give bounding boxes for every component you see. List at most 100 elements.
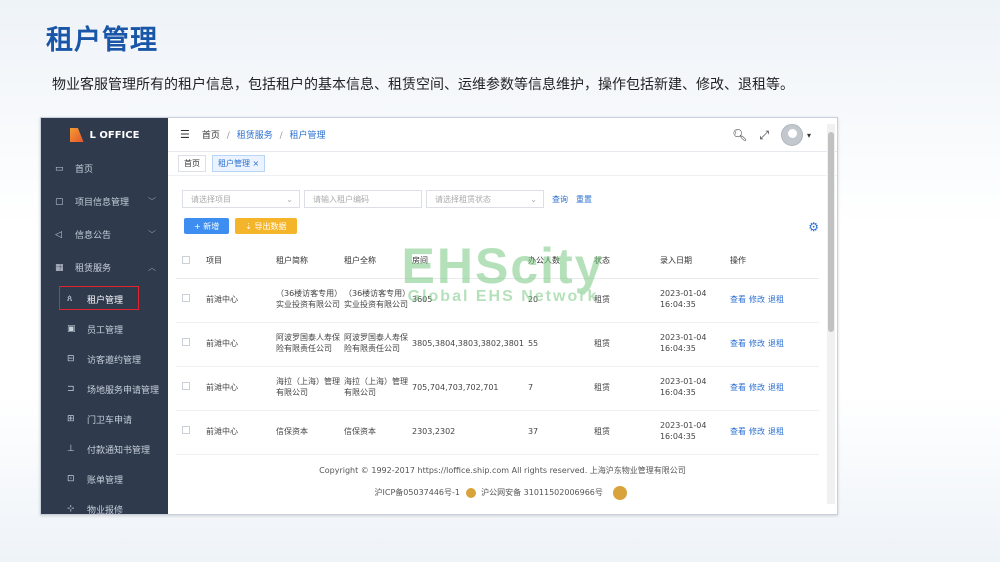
chevron-down-icon: ⌄ (530, 194, 537, 204)
sidebar-item-bills[interactable]: ⊡ 账单管理 (41, 464, 168, 494)
staff-icon: ▣ (67, 324, 76, 334)
venue-icon: ⊐ (67, 384, 75, 394)
top-bar: ☰ 首页 / 租赁服务 / 租户管理 🔍︎ ⤢ ▾ (168, 118, 837, 152)
sidebar-item-projects[interactable]: ▢ 项目信息管理 ﹀ (41, 185, 168, 218)
gate-icon: ⊞ (67, 414, 75, 424)
sidebar-item-gate-vehicle[interactable]: ⊞ 门卫车申请 (41, 404, 168, 434)
edit-link[interactable]: 修改 (749, 427, 765, 436)
col-project: 项目 (206, 244, 276, 279)
slide-title: 租户管理 (46, 25, 158, 56)
col-room: 房间 (412, 244, 528, 279)
avatar[interactable] (780, 124, 803, 146)
view-link[interactable]: 查看 (730, 383, 746, 392)
tab-tenant-management[interactable]: 租户管理 × (212, 155, 266, 172)
police-record-link[interactable]: 沪公网安备 31011502006966号 (481, 488, 603, 497)
logo-icon (69, 128, 84, 142)
reset-button[interactable]: 重置 (576, 194, 592, 205)
sidebar-item-home[interactable]: ▭ 首页 (41, 152, 168, 185)
row-checkbox[interactable] (182, 294, 190, 303)
filter-bar: 请选择项目 ⌄ 请输入租户编码 请选择租赁状态 ⌄ 查询 重置 (176, 182, 819, 216)
add-button[interactable]: + 新增 (184, 218, 230, 234)
col-ops: 操作 (729, 244, 819, 279)
settings-icon[interactable]: ⚙ (808, 220, 819, 234)
sidebar-item-venue-requests[interactable]: ⊐ 场地服务申请管理 (41, 374, 168, 404)
slide-description: 物业客服管理所有的租户信息，包括租户的基本信息、租赁空间、运维参数等信息维护，操… (52, 77, 794, 93)
main-area: ☰ 首页 / 租赁服务 / 租户管理 🔍︎ ⤢ ▾ 首页 租户管理 × 请选择项… (168, 118, 837, 514)
emblem-icon (613, 485, 628, 500)
icp-link[interactable]: 沪ICP备05037446号-1 (375, 488, 460, 497)
chevron-down-icon: ﹀ (148, 197, 156, 206)
visitor-icon: ⊟ (67, 354, 75, 364)
highlight-box (59, 286, 139, 310)
home-icon: ▭ (55, 163, 64, 174)
logo[interactable]: L OFFICE (41, 118, 168, 152)
project-select[interactable]: 请选择项目 ⌄ (182, 190, 300, 208)
breadcrumb-leasing[interactable]: 租赁服务 (237, 131, 273, 141)
chevron-down-icon: ⌄ (286, 194, 293, 204)
terminate-link[interactable]: 退租 (768, 339, 784, 348)
tabs-bar: 首页 租户管理 × (168, 152, 837, 176)
table-row: 前滩中心 阿波罗国泰人寿保险有限责任公司 阿波罗国泰人寿保险有限责任公司 380… (176, 322, 819, 367)
action-bar: + 新增 ⇣ 导出数据 ⚙ (176, 216, 819, 238)
chevron-down-icon: ﹀ (148, 230, 156, 239)
footer: Copyright © 1992-2017 https://loffice.sh… (168, 460, 837, 504)
chevron-up-icon: ︿ (148, 263, 156, 272)
col-short-name: 租户简称 (276, 244, 344, 279)
row-checkbox[interactable] (182, 426, 190, 435)
sidebar-item-staff[interactable]: ▣ 员工管理 (41, 314, 168, 344)
breadcrumb-home[interactable]: 首页 (202, 131, 220, 141)
menu-toggle-icon[interactable]: ☰ (180, 128, 190, 141)
table-header-row: 项目 租户简称 租户全称 房间 办公人数 状态 录入日期 操作 (176, 244, 819, 279)
search-icon[interactable]: 🔍︎ (732, 128, 747, 142)
edit-link[interactable]: 修改 (749, 383, 765, 392)
sidebar: L OFFICE ▭ 首页 ▢ 项目信息管理 ﹀ ◁ 信息公告 ﹀ ▦ 租赁服务… (41, 118, 168, 514)
col-full-name: 租户全称 (344, 244, 412, 279)
col-status: 状态 (593, 244, 660, 279)
caret-down-icon[interactable]: ▾ (807, 131, 811, 140)
megaphone-icon: ◁ (55, 229, 62, 240)
edit-link[interactable]: 修改 (749, 295, 765, 304)
scrollbar-thumb[interactable] (828, 132, 834, 332)
breadcrumb-current: 租户管理 (289, 131, 326, 141)
terminate-link[interactable]: 退租 (768, 295, 784, 304)
terminate-link[interactable]: 退租 (768, 427, 784, 436)
sidebar-item-notices[interactable]: ◁ 信息公告 ﹀ (41, 218, 168, 251)
status-select[interactable]: 请选择租赁状态 ⌄ (426, 190, 544, 208)
tenant-code-input[interactable]: 请输入租户编码 (304, 190, 422, 208)
grid-icon: ▦ (55, 262, 64, 273)
view-link[interactable]: 查看 (730, 295, 746, 304)
export-button[interactable]: ⇣ 导出数据 (235, 218, 297, 234)
table-row: 前滩中心 海拉（上海）管理有限公司 海拉（上海）管理有限公司 705,704,7… (176, 366, 819, 411)
sidebar-item-tenant-management[interactable]: ጰ 租户管理 (41, 284, 168, 314)
table-row: 前滩中心 （36楼访客专用）实业投资有限公司 （36楼访客专用）实业投资有限公司… (176, 278, 819, 323)
row-checkbox[interactable] (182, 338, 190, 347)
col-people: 办公人数 (527, 244, 594, 279)
sidebar-item-visitors[interactable]: ⊟ 访客邀约管理 (41, 344, 168, 374)
bill-icon: ⊡ (67, 474, 75, 484)
fullscreen-icon[interactable]: ⤢ (759, 128, 769, 143)
terminate-link[interactable]: 退租 (768, 383, 784, 392)
sidebar-item-payment-notices[interactable]: ⊥ 付款通知书管理 (41, 434, 168, 464)
payment-icon: ⊥ (67, 444, 75, 454)
view-link[interactable]: 查看 (730, 427, 746, 436)
scrollbar[interactable] (827, 124, 835, 504)
search-button[interactable]: 查询 (552, 194, 568, 205)
top-icons: 🔍︎ ⤢ ▾ (732, 124, 811, 146)
tenant-table: 项目 租户简称 租户全称 房间 办公人数 状态 录入日期 操作 前滩中心 （36… (176, 244, 819, 455)
tab-home[interactable]: 首页 (178, 155, 206, 172)
table-row: 前滩中心 信保资本 信保资本 2303,2302 37 租赁 2023-01-0… (176, 410, 819, 455)
breadcrumb: 首页 / 租赁服务 / 租户管理 (201, 131, 326, 141)
folder-icon: ▢ (55, 196, 64, 207)
col-date: 录入日期 (659, 244, 730, 279)
repair-icon: ⊹ (67, 504, 75, 514)
view-link[interactable]: 查看 (730, 339, 746, 348)
sidebar-item-leasing[interactable]: ▦ 租赁服务 ︿ (41, 251, 168, 284)
copyright-text: Copyright © 1992-2017 https://loffice.sh… (319, 466, 686, 475)
row-checkbox[interactable] (182, 382, 190, 391)
edit-link[interactable]: 修改 (749, 339, 765, 348)
select-all-checkbox[interactable] (182, 255, 190, 264)
police-badge-icon (465, 487, 476, 498)
logo-text: L OFFICE (89, 129, 140, 141)
app-window: L OFFICE ▭ 首页 ▢ 项目信息管理 ﹀ ◁ 信息公告 ﹀ ▦ 租赁服务… (40, 117, 838, 515)
sidebar-item-repairs[interactable]: ⊹ 物业报修 (41, 494, 168, 514)
